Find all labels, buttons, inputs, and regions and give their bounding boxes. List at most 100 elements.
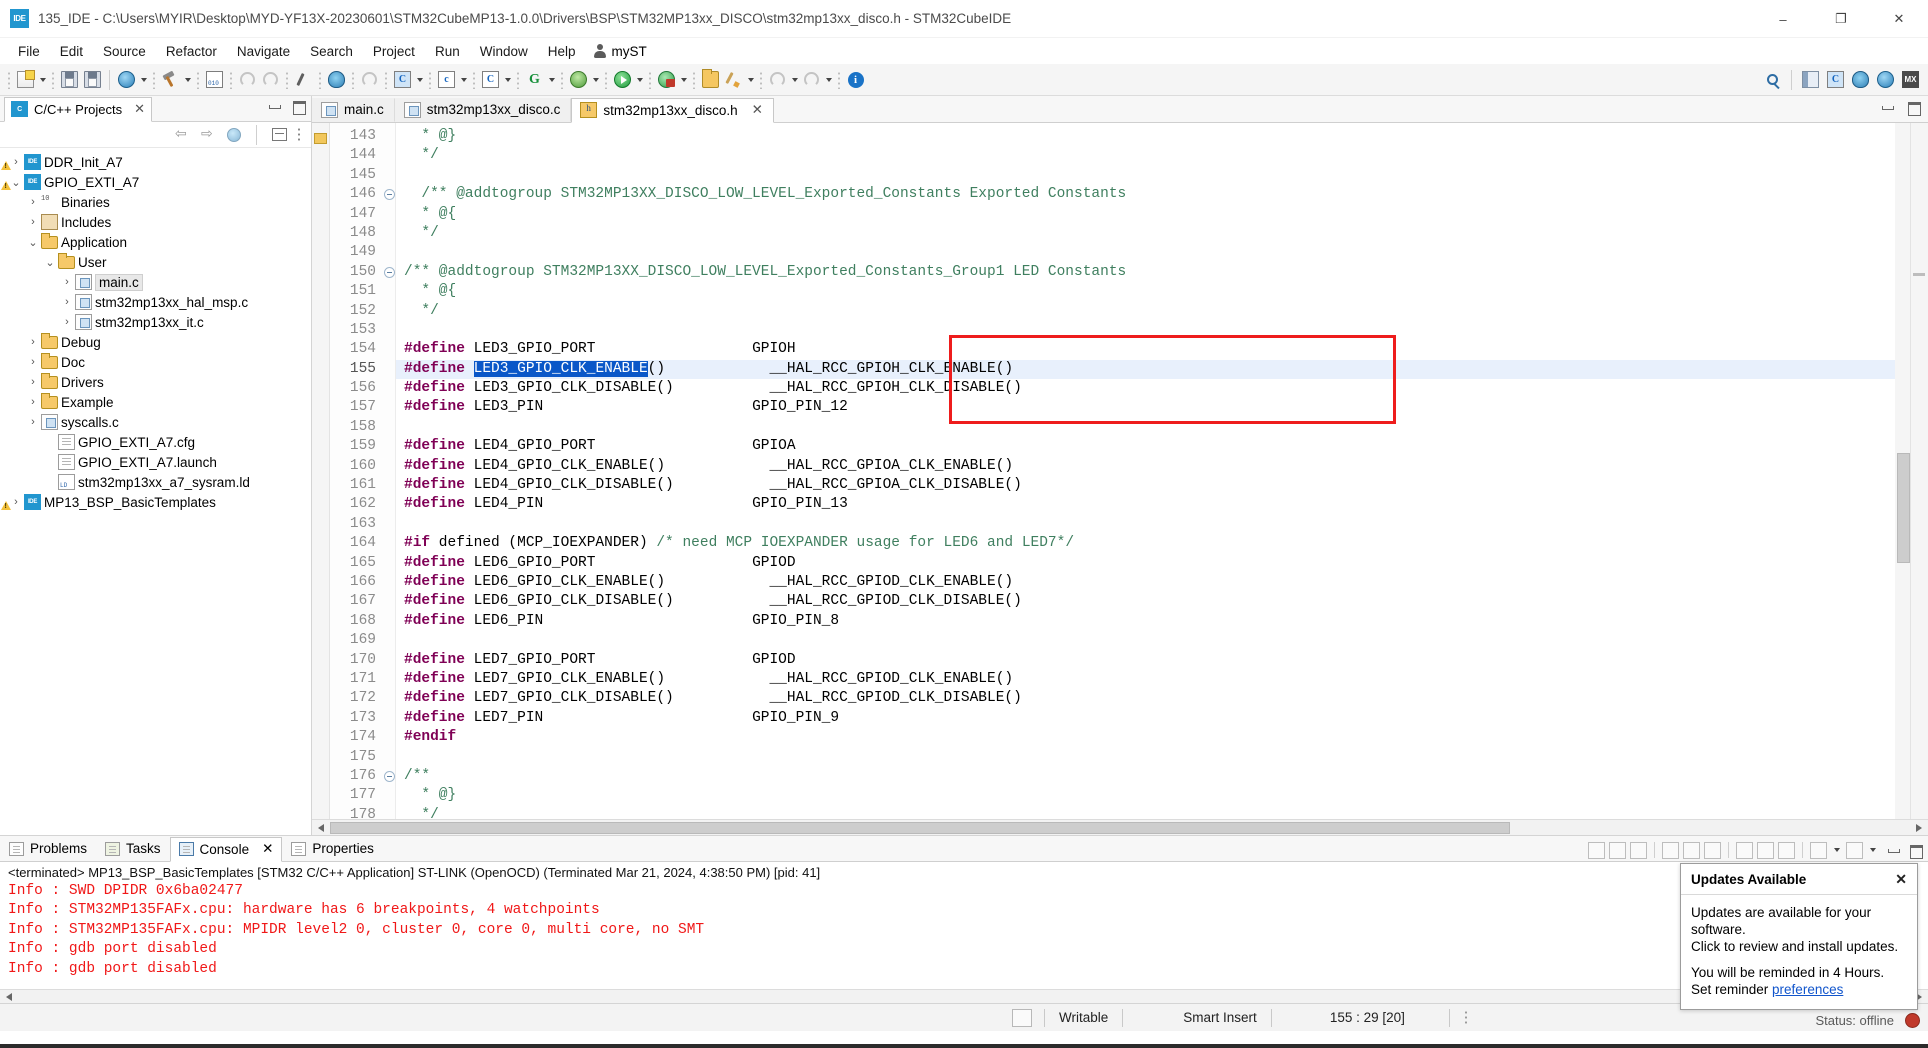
preferences-link[interactable]: preferences xyxy=(1772,982,1843,997)
chevron-right-icon[interactable]: › xyxy=(25,216,41,228)
console-view-menu-icon[interactable] xyxy=(1846,842,1863,859)
forward-nav-arrow[interactable] xyxy=(823,69,834,91)
scroll-lock-icon[interactable] xyxy=(1683,842,1700,859)
code-line[interactable]: #define LED7_GPIO_CLK_ENABLE() __HAL_RCC… xyxy=(396,670,1910,689)
new-class-button[interactable]: C xyxy=(479,68,502,91)
menu-file[interactable]: File xyxy=(8,41,50,62)
tree-item-includes[interactable]: ›Includes xyxy=(0,212,311,232)
new-class-arrow[interactable] xyxy=(502,69,513,91)
info-button[interactable]: i xyxy=(844,68,867,91)
fold-collapse-icon[interactable] xyxy=(384,189,395,200)
tree-item-debug[interactable]: ›Debug xyxy=(0,332,311,352)
menu-help[interactable]: Help xyxy=(538,41,586,62)
build-button[interactable] xyxy=(159,68,182,91)
code-line[interactable]: /** xyxy=(396,767,1910,786)
chevron-down-icon[interactable]: ⌄ xyxy=(42,256,58,269)
open-console-icon[interactable] xyxy=(1757,842,1774,859)
tab-cpp-projects[interactable]: C C/C++ Projects ✕ xyxy=(4,97,152,122)
chevron-right-icon[interactable]: › xyxy=(59,316,75,328)
bottom-minimize-icon[interactable] xyxy=(1886,844,1900,856)
code-line[interactable]: #define LED7_GPIO_CLK_DISABLE() __HAL_RC… xyxy=(396,689,1910,708)
console-output[interactable]: Info : SWD DPIDR 0x6ba02477Info : STM32M… xyxy=(0,882,1928,989)
binary-button[interactable] xyxy=(203,68,226,91)
tree-item-gpio-exti-a7-cfg[interactable]: GPIO_EXTI_A7.cfg xyxy=(0,432,311,452)
console-dropdown-arrow[interactable] xyxy=(1831,839,1842,861)
maximize-view-icon[interactable] xyxy=(291,100,305,112)
tree-item-gpio-exti-a7-launch[interactable]: GPIO_EXTI_A7.launch xyxy=(0,452,311,472)
editor-hscrollbar[interactable] xyxy=(312,819,1928,835)
collapse-all-icon[interactable] xyxy=(272,128,287,141)
chevron-right-icon[interactable]: › xyxy=(25,416,41,428)
bottom-tab-console[interactable]: Console✕ xyxy=(170,837,283,862)
open-perspective-button[interactable] xyxy=(1799,68,1822,91)
chevron-right-icon[interactable]: › xyxy=(25,356,41,368)
menu-project[interactable]: Project xyxy=(363,41,425,62)
tree-item-drivers[interactable]: ›Drivers xyxy=(0,372,311,392)
menu-window[interactable]: Window xyxy=(470,41,538,62)
view-menu-icon[interactable] xyxy=(297,127,301,143)
menu-navigate[interactable]: Navigate xyxy=(227,41,300,62)
editor-maximize-icon[interactable] xyxy=(1906,101,1920,113)
code-line[interactable]: #define LED6_PIN GPIO_PIN_8 xyxy=(396,612,1910,631)
chevron-right-icon[interactable]: › xyxy=(25,196,41,208)
code-line[interactable]: #if defined (MCP_IOEXPANDER) /* need MCP… xyxy=(396,534,1910,553)
clean-button[interactable] xyxy=(358,68,381,91)
back-nav-arrow[interactable] xyxy=(789,69,800,91)
terminate-icon[interactable] xyxy=(1609,842,1626,859)
code-line[interactable] xyxy=(396,418,1910,437)
format-button[interactable] xyxy=(722,68,745,91)
folding-ruler[interactable] xyxy=(382,123,396,819)
code-line[interactable]: * @{ xyxy=(396,205,1910,224)
debug-arrow[interactable] xyxy=(590,69,601,91)
scroll-right-icon[interactable] xyxy=(1916,824,1922,832)
save-button[interactable] xyxy=(58,68,81,91)
build-all-arrow[interactable] xyxy=(138,69,149,91)
editor-tab-main-c[interactable]: main.c xyxy=(312,98,395,122)
chevron-right-icon[interactable]: › xyxy=(25,336,41,348)
editor-minimize-icon[interactable] xyxy=(1880,101,1894,113)
new-c-source-arrow[interactable] xyxy=(458,69,469,91)
tree-item-binaries[interactable]: ›Binaries xyxy=(0,192,311,212)
new-dropdown-arrow[interactable] xyxy=(37,69,48,91)
code-line[interactable]: * @} xyxy=(396,127,1910,146)
search-toolbar-button[interactable] xyxy=(292,68,315,91)
open-type-arrow[interactable] xyxy=(546,69,557,91)
forward-icon[interactable] xyxy=(201,128,217,142)
code-line[interactable]: * @} xyxy=(396,786,1910,805)
code-line[interactable]: #endif xyxy=(396,728,1910,747)
chevron-right-icon[interactable]: › xyxy=(59,296,75,308)
menu-edit[interactable]: Edit xyxy=(50,41,93,62)
code-line[interactable]: */ xyxy=(396,302,1910,321)
menu-source[interactable]: Source xyxy=(93,41,156,62)
updates-available-notification[interactable]: Updates Available ✕ Updates are availabl… xyxy=(1680,863,1918,1010)
console-hscrollbar[interactable] xyxy=(0,989,1928,1003)
toolbar-drag-handle[interactable] xyxy=(7,71,11,89)
annotation-ruler[interactable] xyxy=(312,123,330,819)
source-editor[interactable]: 1431441451461471481491501511521531541551… xyxy=(312,123,1928,819)
perspective-device-button[interactable] xyxy=(1874,68,1897,91)
code-line[interactable] xyxy=(396,748,1910,767)
perspective-debug-button[interactable] xyxy=(1849,68,1872,91)
new-c-project-button[interactable]: C xyxy=(391,68,414,91)
bottom-maximize-icon[interactable] xyxy=(1908,844,1922,856)
cubemx-button[interactable] xyxy=(325,68,348,91)
code-line[interactable]: */ xyxy=(396,224,1910,243)
run-button[interactable] xyxy=(611,68,634,91)
menu-run[interactable]: Run xyxy=(425,41,470,62)
code-line[interactable]: */ xyxy=(396,806,1910,819)
minimize-button[interactable]: – xyxy=(1754,0,1812,38)
perspective-cdt-button[interactable]: C xyxy=(1824,68,1847,91)
code-line[interactable]: #define LED6_GPIO_CLK_ENABLE() __HAL_RCC… xyxy=(396,573,1910,592)
tree-item-stm32mp13xx-hal-msp-c[interactable]: ›stm32mp13xx_hal_msp.c xyxy=(0,292,311,312)
editor-hscrollbar-thumb[interactable] xyxy=(330,822,1510,834)
code-line[interactable] xyxy=(396,515,1910,534)
code-line[interactable]: #define LED3_GPIO_CLK_ENABLE() __HAL_RCC… xyxy=(396,360,1910,379)
menu-refactor[interactable]: Refactor xyxy=(156,41,227,62)
code-line[interactable] xyxy=(396,321,1910,340)
editor-tab-close-icon[interactable]: ✕ xyxy=(752,102,763,118)
tab-close-icon[interactable]: ✕ xyxy=(134,101,145,117)
myst-account-button[interactable]: myST xyxy=(586,41,655,62)
scroll-left-icon[interactable] xyxy=(318,824,324,832)
back-icon[interactable] xyxy=(175,128,191,142)
redo-button[interactable] xyxy=(259,68,282,91)
